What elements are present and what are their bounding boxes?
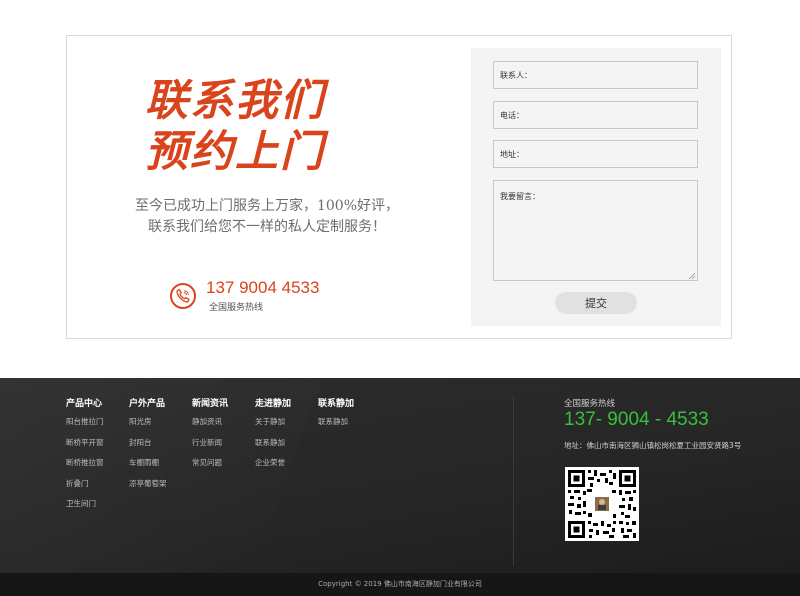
footer-nav-link[interactable]: 关于静加: [255, 416, 291, 437]
footer-nav-outdoor: 户外产品 阳光房 封阳台 车棚雨棚 凉亭葡萄架: [129, 396, 167, 498]
footer-nav-link[interactable]: 企业荣誉: [255, 457, 291, 478]
phone-caption: 全国服务热线: [209, 303, 264, 313]
footer-nav-about: 走进静加 关于静加 联系静加 企业荣誉: [255, 396, 291, 478]
qr-code: [565, 467, 639, 541]
contact-hotline: 137 9004 4533 全国服务热线: [170, 278, 390, 317]
footer-nav-products: 产品中心 阳台推拉门 断桥平开窗 断桥推拉窗 折叠门 卫生间门: [66, 396, 104, 519]
footer-nav-link[interactable]: 断桥平开窗: [66, 437, 104, 458]
footer-address: 地址：佛山市南海区狮山镇松岗松夏工业园安贤路3号: [564, 441, 742, 450]
phone-number: 137 9004 4533: [206, 278, 320, 297]
description-line-1: 至今已成功上门服务上万家，100%好评，: [134, 198, 400, 214]
footer-nav-title[interactable]: 户外产品: [129, 396, 167, 416]
footer-hotline-label: 全国服务热线: [564, 399, 616, 409]
contact-panel: 联系我们 预约上门 至今已成功上门服务上万家，100%好评， 联系我们给您不一样…: [66, 35, 732, 339]
phone-icon: [170, 283, 196, 309]
copyright-bar: Copyright © 2019 佛山市南海区静加门业有限公司: [0, 573, 800, 596]
footer-nav-link[interactable]: 联系静加: [318, 416, 354, 437]
footer-nav-contact: 联系静加 联系静加: [318, 396, 354, 437]
footer-nav-link[interactable]: 阳光房: [129, 416, 167, 437]
footer-nav-title[interactable]: 联系静加: [318, 396, 354, 416]
message-textarea[interactable]: [493, 180, 698, 281]
footer-nav-title[interactable]: 走进静加: [255, 396, 291, 416]
footer-nav-title[interactable]: 新闻资讯: [192, 396, 228, 416]
contact-headline: 联系我们 预约上门: [145, 76, 385, 178]
footer-nav-link[interactable]: 断桥推拉窗: [66, 457, 104, 478]
phone-input[interactable]: [493, 101, 698, 129]
contact-intro: 联系我们 预约上门 至今已成功上门服务上万家，100%好评， 联系我们给您不一样…: [67, 36, 467, 338]
footer-nav-link[interactable]: 联系静加: [255, 437, 291, 458]
footer-nav-link[interactable]: 封阳台: [129, 437, 167, 458]
submit-button[interactable]: 提交: [555, 292, 637, 314]
footer-nav-link[interactable]: 车棚雨棚: [129, 457, 167, 478]
footer-nav-title[interactable]: 产品中心: [66, 396, 104, 416]
footer-nav-link[interactable]: 折叠门: [66, 478, 104, 499]
contact-name-input[interactable]: [493, 61, 698, 89]
footer-nav-link[interactable]: 常见问题: [192, 457, 228, 478]
footer-nav-news: 新闻资讯 静加资讯 行业新闻 常见问题: [192, 396, 228, 478]
headline-line-1: 联系我们: [145, 76, 325, 126]
footer-nav-link[interactable]: 静加资讯: [192, 416, 228, 437]
footer-nav-link[interactable]: 行业新闻: [192, 437, 228, 458]
contact-description: 至今已成功上门服务上万家，100%好评， 联系我们给您不一样的私人定制服务！: [67, 196, 467, 238]
footer-hotline-number: 137- 9004 - 4533: [564, 409, 709, 430]
footer-divider: [513, 396, 514, 566]
site-footer: 产品中心 阳台推拉门 断桥平开窗 断桥推拉窗 折叠门 卫生间门 户外产品 阳光房…: [0, 378, 800, 596]
description-line-2: 联系我们给您不一样的私人定制服务！: [148, 219, 386, 235]
copyright-text: Copyright © 2019 佛山市南海区静加门业有限公司: [318, 580, 482, 588]
footer-nav-link[interactable]: 凉亭葡萄架: [129, 478, 167, 499]
headline-line-2: 预约上门: [145, 127, 325, 177]
address-input[interactable]: [493, 140, 698, 168]
footer-nav-link[interactable]: 阳台推拉门: [66, 416, 104, 437]
contact-form: 提交: [471, 48, 721, 326]
footer-nav-link[interactable]: 卫生间门: [66, 498, 104, 519]
resize-grip-icon[interactable]: [688, 272, 696, 280]
